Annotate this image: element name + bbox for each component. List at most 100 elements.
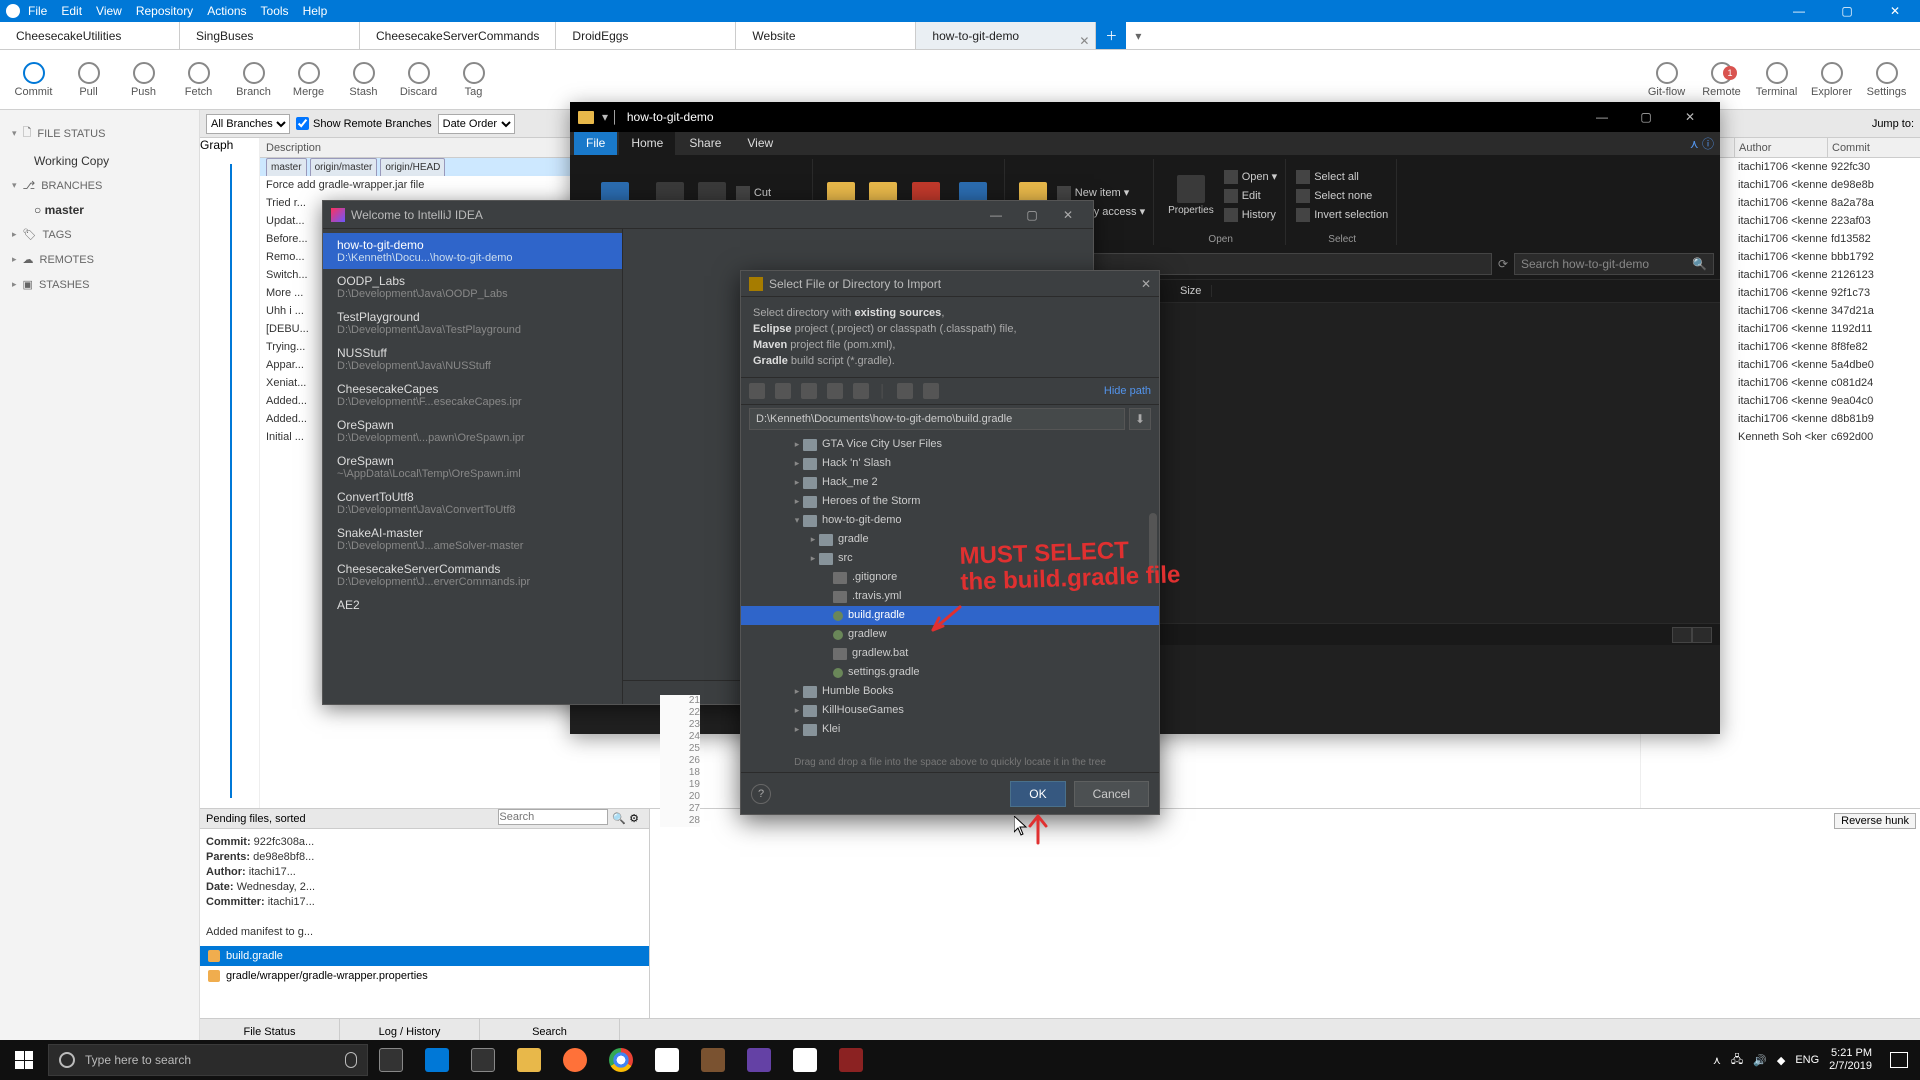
menu-view[interactable]: View xyxy=(96,4,122,18)
tree-node[interactable]: ▸GTA Vice City User Files xyxy=(741,435,1159,454)
recent-project[interactable]: OreSpawnD:\Development\...pawn\OreSpawn.… xyxy=(323,413,622,449)
menu-actions[interactable]: Actions xyxy=(207,4,246,18)
sidebar-stashes[interactable]: ▸▣ STASHES xyxy=(0,272,199,297)
sidebar-branches[interactable]: ▾⎇ BRANCHES xyxy=(0,173,199,198)
sidebar-tags[interactable]: ▸🏷 TAGS xyxy=(0,222,199,247)
order-filter[interactable]: Date Order xyxy=(438,114,515,134)
help-button[interactable]: ? xyxy=(751,784,771,804)
tab-DroidEggs[interactable]: DroidEggs xyxy=(556,22,736,49)
discard-button[interactable]: Discard xyxy=(391,62,446,98)
tree-node[interactable]: ▸Hack_me 2 xyxy=(741,473,1159,492)
sidebar-filestatus[interactable]: ▾🗋 FILE STATUS xyxy=(0,118,199,149)
tree-node[interactable]: ▸KillHouseGames xyxy=(741,701,1159,720)
recent-project[interactable]: OODP_LabsD:\Development\Java\OODP_Labs xyxy=(323,269,622,305)
cut-button[interactable]: Cut xyxy=(736,185,804,201)
taskbar-search[interactable]: Type here to search xyxy=(48,1044,368,1076)
tab-view[interactable]: View xyxy=(735,132,785,155)
recent-project[interactable]: NUSStuffD:\Development\Java\NUSStuff xyxy=(323,341,622,377)
file-tree[interactable]: ▸GTA Vice City User Files▸Hack 'n' Slash… xyxy=(741,433,1159,753)
edit-button[interactable]: Edit xyxy=(1224,188,1278,204)
recent-project[interactable]: ConvertToUtf8D:\Development\Java\Convert… xyxy=(323,485,622,521)
commit-button[interactable]: Commit xyxy=(6,62,61,98)
tab-home[interactable]: Home xyxy=(619,132,675,155)
close-button[interactable]: ✕ xyxy=(1051,208,1085,222)
col-size[interactable]: Size xyxy=(1170,285,1212,297)
tree-node[interactable]: settings.gradle xyxy=(741,663,1159,682)
network-icon[interactable]: 🖧 xyxy=(1731,1051,1743,1070)
path-input[interactable] xyxy=(749,408,1125,430)
terminal-button[interactable]: Terminal xyxy=(1749,62,1804,98)
tab-file[interactable]: File xyxy=(574,132,617,155)
app-icon[interactable] xyxy=(828,1040,874,1080)
explorer-button[interactable]: Explorer xyxy=(1804,62,1859,98)
project-icon[interactable] xyxy=(801,383,817,399)
tab-CheesecakeServerCommands[interactable]: CheesecakeServerCommands xyxy=(360,22,556,49)
recent-project[interactable]: CheesecakeServerCommandsD:\Development\J… xyxy=(323,557,622,593)
branch-button[interactable]: Branch xyxy=(226,62,281,98)
tree-node[interactable]: gradlew.bat xyxy=(741,644,1159,663)
tree-node[interactable]: build.gradle xyxy=(741,606,1159,625)
newfolder-icon[interactable] xyxy=(827,383,843,399)
open-button[interactable]: Open ▾ xyxy=(1224,169,1278,185)
tab-menu[interactable]: ▾ xyxy=(1126,22,1150,49)
recent-projects[interactable]: how-to-git-demoD:\Kenneth\Docu...\how-to… xyxy=(323,229,623,704)
tree-node[interactable]: ▸gradle xyxy=(741,530,1159,549)
intellij-titlebar[interactable]: Welcome to IntelliJ IDEA —▢✕ xyxy=(323,201,1093,229)
menu-edit[interactable]: Edit xyxy=(61,4,82,18)
merge-button[interactable]: Merge xyxy=(281,62,336,98)
tree-node[interactable]: ▸Heroes of the Storm xyxy=(741,492,1159,511)
tag-button[interactable]: Tag xyxy=(446,62,501,98)
menu-tools[interactable]: Tools xyxy=(261,4,289,18)
pull-button[interactable]: Pull xyxy=(61,62,116,98)
taskview-button[interactable] xyxy=(368,1040,414,1080)
git-flow-button[interactable]: Git-flow xyxy=(1639,62,1694,98)
dialog-titlebar[interactable]: Select File or Directory to Import ✕ xyxy=(741,271,1159,297)
ok-button[interactable]: OK xyxy=(1010,781,1065,807)
tree-node[interactable]: ▸Hack 'n' Slash xyxy=(741,454,1159,473)
minimize-button[interactable]: — xyxy=(979,208,1013,222)
minimize-button[interactable]: — xyxy=(1580,102,1624,132)
hide-path-link[interactable]: Hide path xyxy=(1104,385,1151,397)
tree-node[interactable]: ▸Klei xyxy=(741,720,1159,739)
tree-node[interactable]: ▾how-to-git-demo xyxy=(741,511,1159,530)
stash-button[interactable]: Stash xyxy=(336,62,391,98)
tree-node[interactable]: ▸src xyxy=(741,549,1159,568)
tab-SingBuses[interactable]: SingBuses xyxy=(180,22,360,49)
scrollbar[interactable] xyxy=(1149,513,1157,573)
push-button[interactable]: Push xyxy=(116,62,171,98)
collapse-ribbon[interactable]: ⋏ ⓘ xyxy=(1690,135,1720,152)
start-button[interactable] xyxy=(0,1040,48,1080)
invert-button[interactable]: Invert selection xyxy=(1296,207,1388,223)
lang-indicator[interactable]: ENG xyxy=(1795,1054,1819,1066)
sidebar-branch-master[interactable]: ○ master xyxy=(0,198,199,222)
fetch-button[interactable]: Fetch xyxy=(171,62,226,98)
menu-file[interactable]: File xyxy=(28,4,47,18)
maps-icon[interactable] xyxy=(782,1040,828,1080)
recent-project[interactable]: SnakeAI-masterD:\Development\J...ameSolv… xyxy=(323,521,622,557)
selectnone-button[interactable]: Select none xyxy=(1296,188,1388,204)
maximize-button[interactable]: ▢ xyxy=(1828,4,1866,18)
volume-icon[interactable]: 🔊 xyxy=(1753,1054,1767,1067)
remote-button[interactable]: Remote xyxy=(1694,62,1749,98)
close-icon[interactable]: ✕ xyxy=(1079,27,1089,55)
history-dropdown[interactable]: ⬇ xyxy=(1129,408,1151,430)
recent-project[interactable]: how-to-git-demoD:\Kenneth\Docu...\how-to… xyxy=(323,233,622,269)
tray-chevron[interactable]: ⋏ xyxy=(1713,1054,1721,1067)
chrome-icon[interactable] xyxy=(598,1040,644,1080)
explorer-icon[interactable] xyxy=(506,1040,552,1080)
tab-CheesecakeUtilities[interactable]: CheesecakeUtilities xyxy=(0,22,180,49)
sidebar-remotes[interactable]: ▸☁ REMOTES xyxy=(0,247,199,272)
maximize-button[interactable]: ▢ xyxy=(1624,102,1668,132)
mic-icon[interactable] xyxy=(345,1052,357,1068)
menu-repository[interactable]: Repository xyxy=(136,4,193,18)
minecraft-icon[interactable] xyxy=(690,1040,736,1080)
system-tray[interactable]: ⋏ 🖧 🔊 ◆ ENG 5:21 PM 2/7/2019 xyxy=(1713,1047,1878,1073)
close-button[interactable]: ✕ xyxy=(1668,102,1712,132)
notification-center[interactable] xyxy=(1878,1040,1920,1080)
firefox-icon[interactable] xyxy=(552,1040,598,1080)
explorer-titlebar[interactable]: ▾ │ how-to-git-demo — ▢ ✕ xyxy=(570,102,1720,132)
store-icon[interactable] xyxy=(460,1040,506,1080)
delete-icon[interactable] xyxy=(853,383,869,399)
close-button[interactable]: ✕ xyxy=(1141,277,1151,291)
recent-project[interactable]: AE2 xyxy=(323,593,622,617)
